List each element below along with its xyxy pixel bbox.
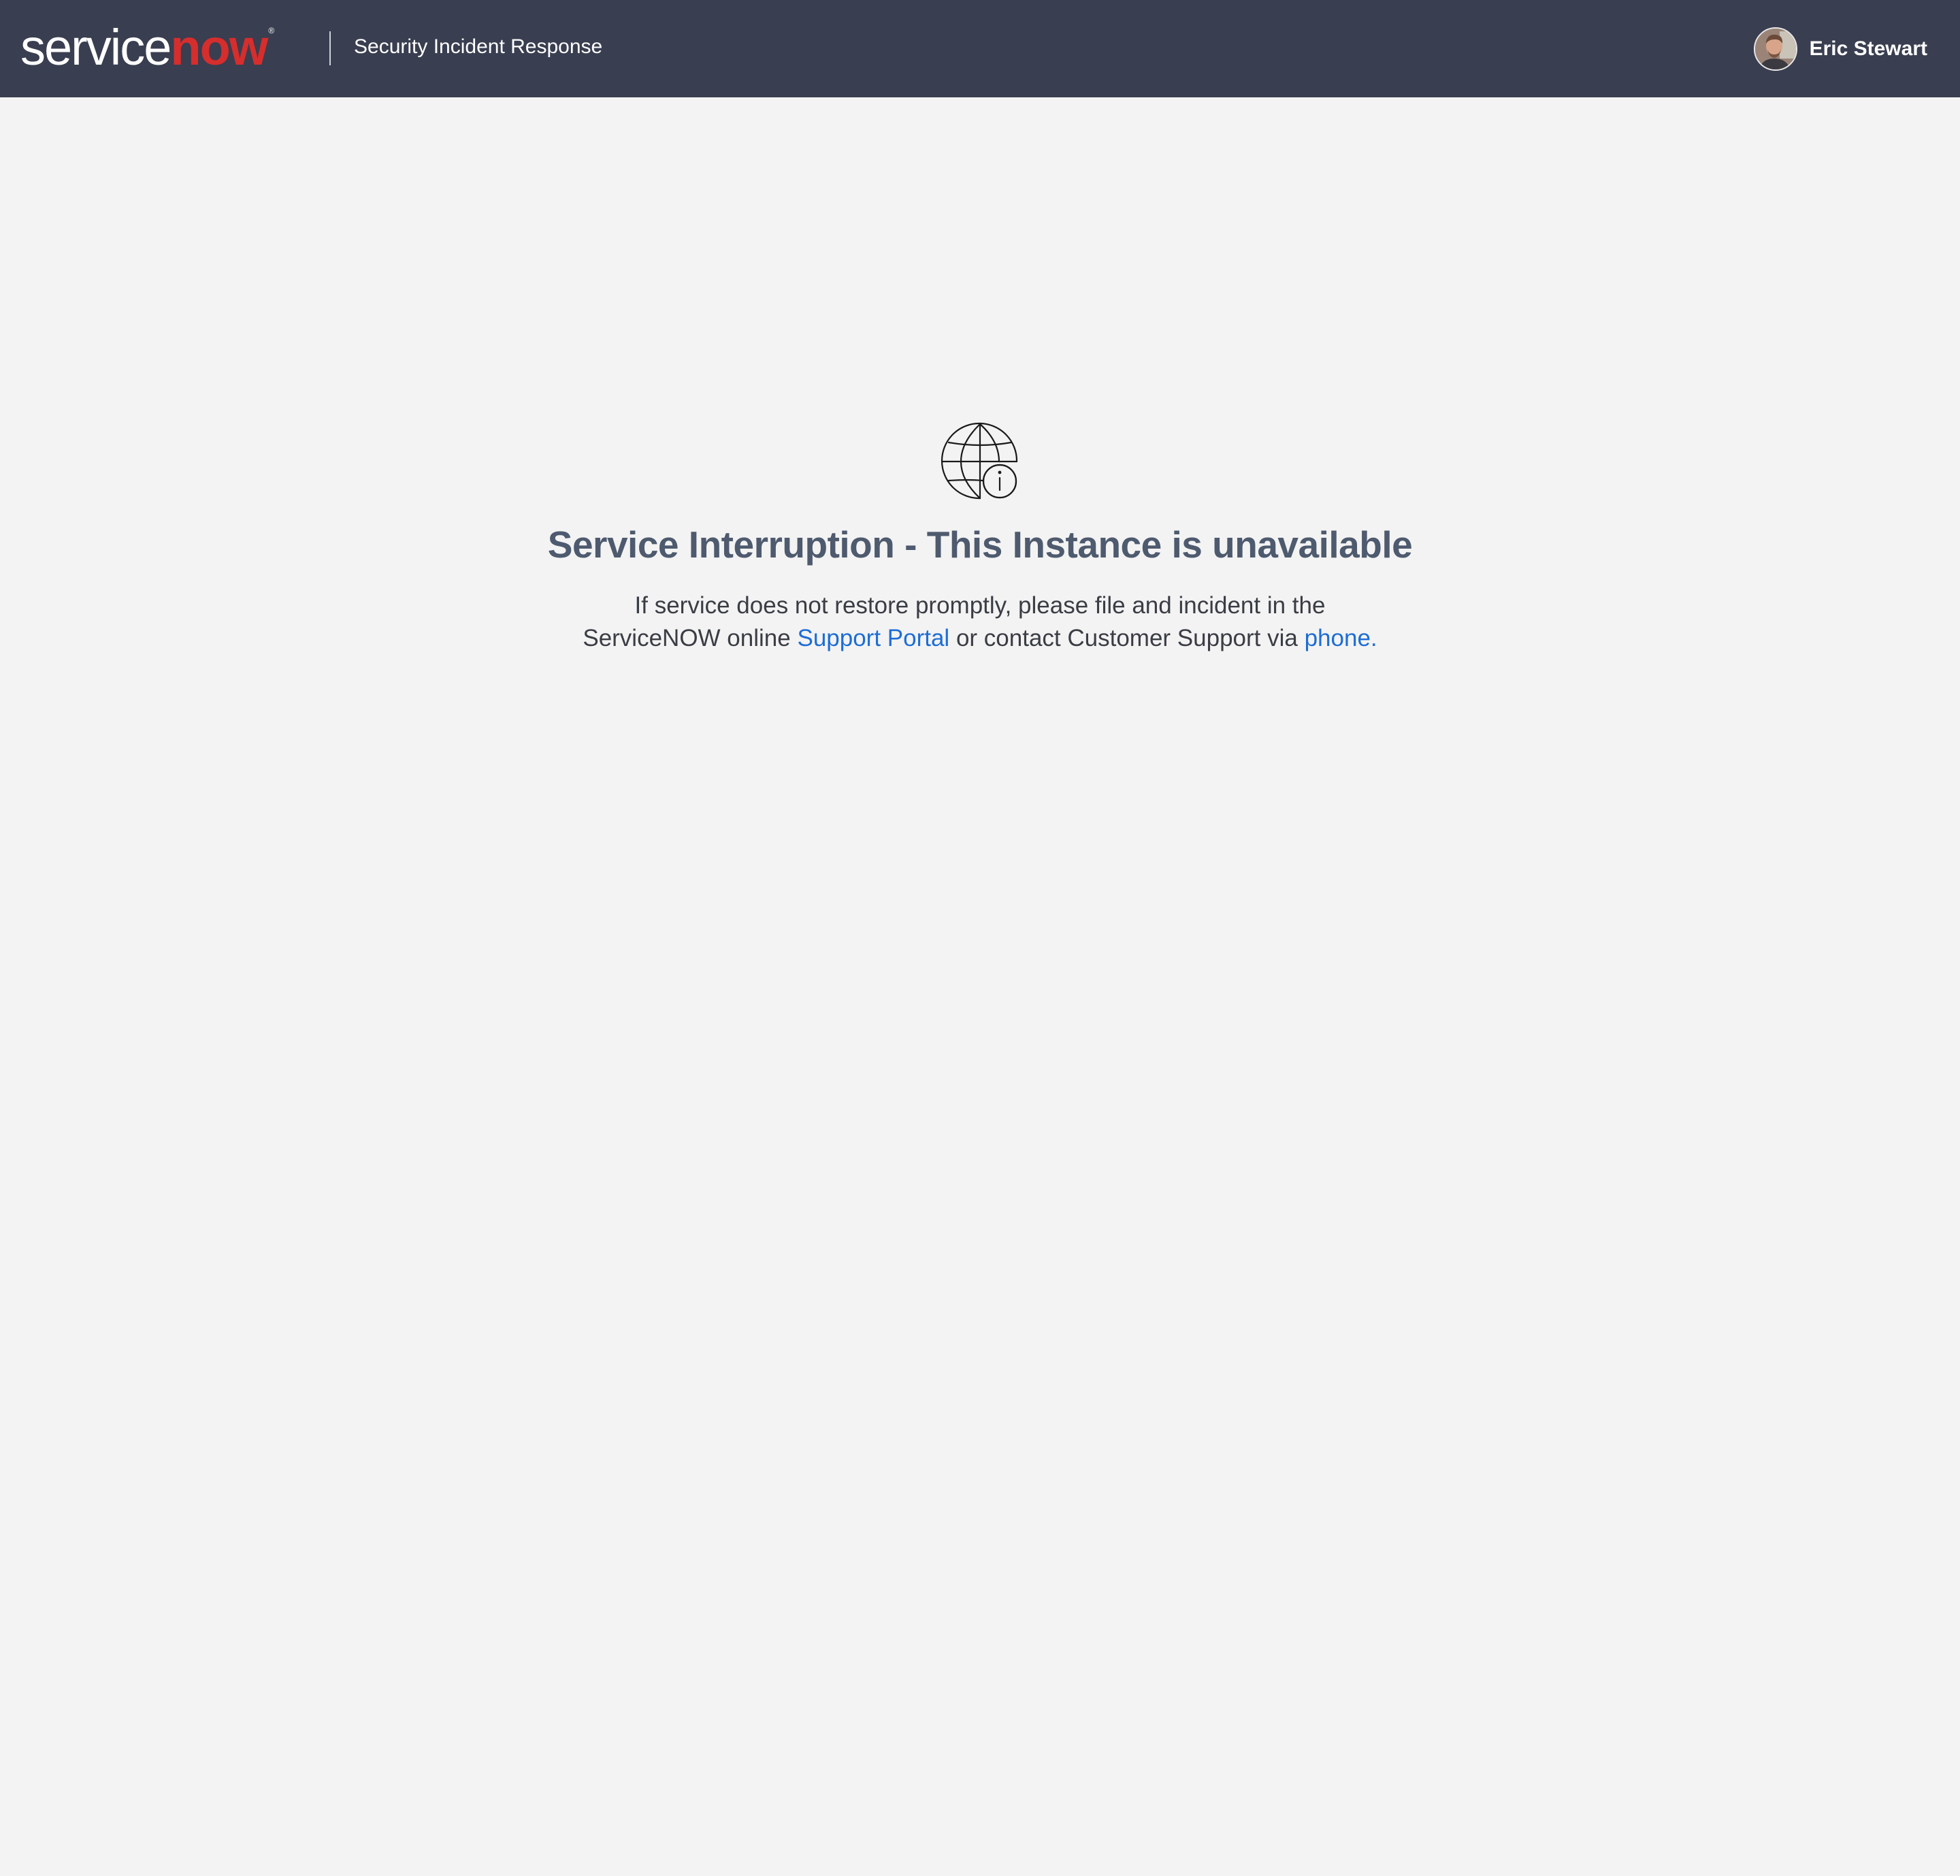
top-header: servicenow ® Security Incident Response E… — [0, 0, 1960, 97]
servicenow-logo[interactable]: servicenow ® — [20, 15, 274, 80]
logo-trademark: ® — [268, 26, 274, 35]
message-line-2-prefix: ServiceNOW online — [583, 625, 791, 651]
app-name: Security Incident Response — [354, 35, 603, 58]
header-divider — [329, 31, 331, 65]
message-line-1: If service does not restore promptly, pl… — [634, 592, 1326, 619]
logo-now-text: now — [170, 19, 268, 76]
support-portal-link[interactable]: Support Portal — [797, 625, 949, 651]
error-message: If service does not restore promptly, pl… — [572, 589, 1388, 655]
page-title: Service Interruption - This Instance is … — [547, 523, 1413, 566]
globe-info-icon — [941, 422, 1018, 500]
avatar[interactable] — [1753, 27, 1797, 71]
message-line-2-middle: or contact Customer Support via — [956, 625, 1298, 651]
logo-wordmark: servicenow ® — [20, 19, 274, 76]
user-menu[interactable]: Eric Stewart — [1753, 26, 1927, 72]
user-name: Eric Stewart — [1809, 37, 1927, 60]
phone-link[interactable]: phone. — [1305, 625, 1377, 651]
main-content: Service Interruption - This Instance is … — [0, 422, 1960, 655]
logo-service-text: service — [20, 19, 172, 76]
avatar-image-icon — [1754, 29, 1796, 69]
